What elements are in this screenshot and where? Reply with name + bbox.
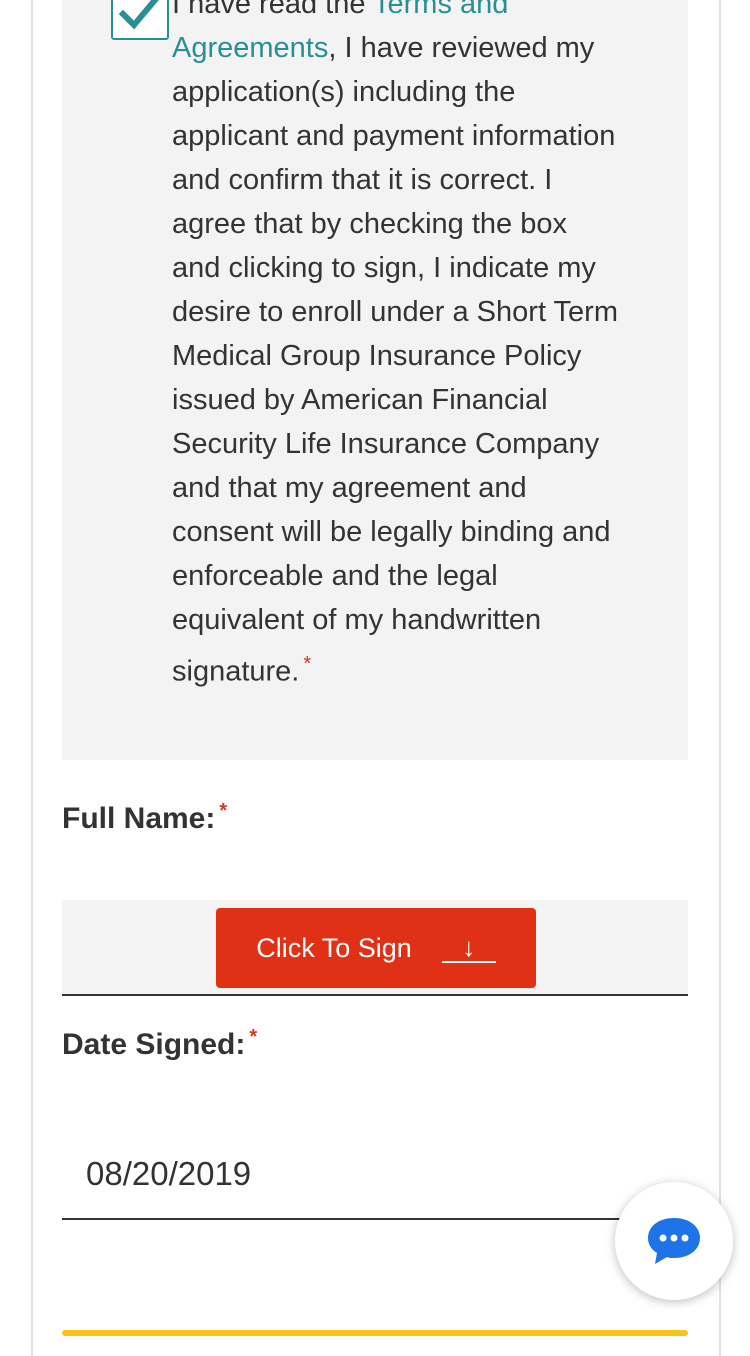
consent-text: I have read the Terms and Agreements, I … xyxy=(172,0,622,694)
sign-button-label: Click To Sign xyxy=(256,932,412,963)
required-marker: * xyxy=(249,1026,258,1048)
click-to-sign-button[interactable]: Click To Sign ↓ xyxy=(216,908,536,988)
signature-area: Click To Sign ↓ xyxy=(62,900,688,996)
date-signed-field[interactable] xyxy=(62,1130,688,1220)
consent-text-intro: I have read the xyxy=(172,0,374,20)
checkmark-icon xyxy=(119,0,159,30)
chat-bubble-icon xyxy=(648,1218,700,1264)
arrow-down-icon: ↓ xyxy=(441,933,496,963)
full-name-label: Full Name: * xyxy=(62,800,228,835)
chat-button[interactable] xyxy=(615,1182,733,1300)
required-marker: * xyxy=(219,800,228,822)
consent-checkbox[interactable] xyxy=(111,0,169,40)
date-signed-label: Date Signed: * xyxy=(62,1026,258,1061)
consent-text-body: , I have reviewed my application(s) incl… xyxy=(172,32,618,688)
required-marker: * xyxy=(303,653,312,675)
next-button-edge[interactable] xyxy=(62,1330,688,1336)
